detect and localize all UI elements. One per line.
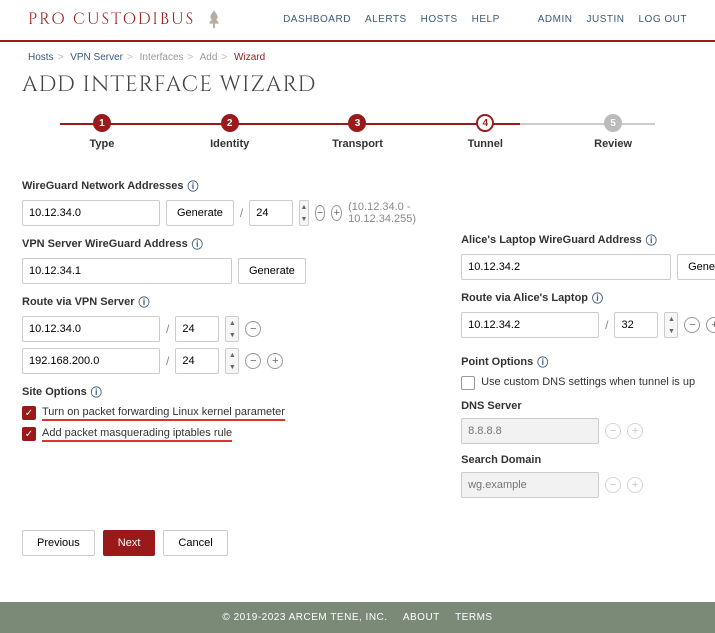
crumb-hosts[interactable]: Hosts <box>28 52 54 63</box>
step-review[interactable]: 5Review <box>549 114 677 150</box>
mask-stepper[interactable]: ▲▼ <box>225 316 239 342</box>
footer-terms[interactable]: TERMS <box>455 612 493 623</box>
nav-user[interactable]: JUSTIN <box>586 14 624 25</box>
alice-addr-label: Alice's Laptop WireGuard Address <box>461 234 642 246</box>
next-button[interactable]: Next <box>103 530 156 556</box>
help-icon[interactable]: ⓘ <box>646 232 657 248</box>
mask-stepper[interactable]: ▲▼ <box>664 312 678 338</box>
help-icon[interactable]: ⓘ <box>139 294 150 310</box>
vpn-addr-label: VPN Server WireGuard Address <box>22 238 188 250</box>
generate-button[interactable]: Generate <box>238 258 306 284</box>
ip-range: (10.12.34.0 - 10.12.34.255) <box>348 201 431 225</box>
nav-help[interactable]: HELP <box>472 14 500 25</box>
checkbox-masquerading[interactable]: ✓ <box>22 427 36 441</box>
remove-icon[interactable]: − <box>245 353 261 369</box>
help-icon[interactable]: ⓘ <box>592 290 603 306</box>
route1-mask[interactable] <box>175 316 219 342</box>
help-icon[interactable]: ⓘ <box>188 178 199 194</box>
checkbox-forwarding[interactable]: ✓ <box>22 406 36 420</box>
wg-network-mask[interactable] <box>249 200 293 226</box>
add-icon: + <box>627 477 643 493</box>
nav-admin[interactable]: ADMIN <box>538 14 573 25</box>
alice-route-mask[interactable] <box>614 312 658 338</box>
crumb-interfaces: Interfaces <box>140 52 184 63</box>
remove-icon[interactable]: − <box>245 321 261 337</box>
breadcrumb: Hosts> VPN Server> Interfaces> Add> Wiza… <box>0 42 715 65</box>
nav-logout[interactable]: LOG OUT <box>638 14 687 25</box>
nav-hosts[interactable]: HOSTS <box>421 14 458 25</box>
tree-icon <box>203 8 225 30</box>
help-icon[interactable]: ⓘ <box>91 384 102 400</box>
nav-alerts[interactable]: ALERTS <box>365 14 407 25</box>
step-transport[interactable]: 3Transport <box>294 114 422 150</box>
route-alice-label: Route via Alice's Laptop <box>461 292 588 304</box>
vpn-addr-input[interactable] <box>22 258 232 284</box>
remove-icon[interactable]: − <box>684 317 700 333</box>
copyright: © 2019-2023 ARCEM TENE, INC. <box>222 612 387 623</box>
wg-network-label: WireGuard Network Addresses <box>22 180 184 192</box>
step-tunnel[interactable]: 4Tunnel <box>421 114 549 150</box>
generate-button[interactable]: Generate <box>677 254 715 280</box>
top-nav: DASHBOARD ALERTS HOSTS HELP ADMIN JUSTIN… <box>283 14 687 25</box>
route-vpn-label: Route via VPN Server <box>22 296 135 308</box>
step-type[interactable]: 1Type <box>38 114 166 150</box>
step-identity[interactable]: 2Identity <box>166 114 294 150</box>
opt-masquerading[interactable]: Add packet masquerading iptables rule <box>42 427 232 442</box>
page-title: ADD INTERFACE WIZARD <box>0 65 715 114</box>
add-icon[interactable]: + <box>331 205 342 221</box>
route2-mask[interactable] <box>175 348 219 374</box>
mask-stepper[interactable]: ▲▼ <box>225 348 239 374</box>
footer-about[interactable]: ABOUT <box>403 612 440 623</box>
footer: © 2019-2023 ARCEM TENE, INC. ABOUT TERMS <box>0 602 715 633</box>
previous-button[interactable]: Previous <box>22 530 95 556</box>
alice-route-ip[interactable] <box>461 312 599 338</box>
crumb-vpn[interactable]: VPN Server <box>70 52 123 63</box>
dns-server-input <box>461 418 599 444</box>
cancel-button[interactable]: Cancel <box>163 530 227 556</box>
route1-ip[interactable] <box>22 316 160 342</box>
opt-custom-dns[interactable]: Use custom DNS settings when tunnel is u… <box>481 376 695 388</box>
brand-text: PRO CUSTODIBUS <box>28 8 195 30</box>
add-icon: + <box>627 423 643 439</box>
add-icon[interactable]: + <box>706 317 715 333</box>
nav-dashboard[interactable]: DASHBOARD <box>283 14 351 25</box>
dns-server-label: DNS Server <box>461 400 522 412</box>
generate-button[interactable]: Generate <box>166 200 234 226</box>
point-options-label: Point Options <box>461 356 533 368</box>
wizard-steps: 1Type 2Identity 3Transport 4Tunnel 5Revi… <box>0 114 715 150</box>
search-domain-input <box>461 472 599 498</box>
search-domain-label: Search Domain <box>461 454 541 466</box>
brand-logo[interactable]: PRO CUSTODIBUS <box>28 8 225 30</box>
help-icon[interactable]: ⓘ <box>192 236 203 252</box>
help-icon[interactable]: ⓘ <box>537 354 548 370</box>
remove-icon: − <box>605 477 621 493</box>
remove-icon: − <box>605 423 621 439</box>
wg-network-ip[interactable] <box>22 200 160 226</box>
alice-addr-input[interactable] <box>461 254 671 280</box>
add-icon[interactable]: + <box>267 353 283 369</box>
site-options-label: Site Options <box>22 386 87 398</box>
mask-stepper[interactable]: ▲▼ <box>299 200 308 226</box>
remove-icon[interactable]: − <box>315 205 326 221</box>
checkbox-dns[interactable] <box>461 376 475 390</box>
opt-forwarding[interactable]: Turn on packet forwarding Linux kernel p… <box>42 406 285 421</box>
crumb-current: Wizard <box>234 52 265 63</box>
crumb-add: Add <box>200 52 218 63</box>
route2-ip[interactable] <box>22 348 160 374</box>
